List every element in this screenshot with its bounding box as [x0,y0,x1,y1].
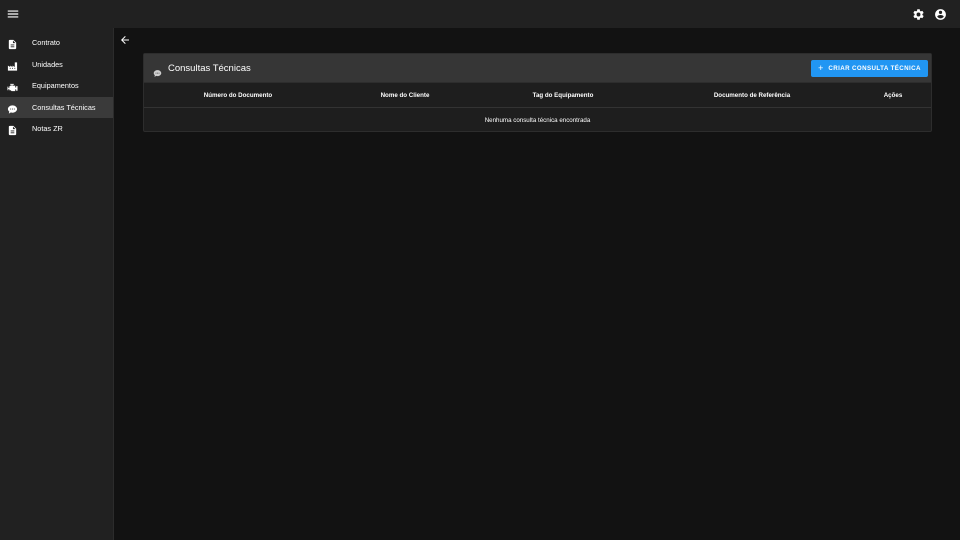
consultas-card: Consultas Técnicas + CRIAR CONSULTA TÉCN… [143,53,932,132]
table-empty-row: Nenhuma consulta técnica encontrada [144,109,931,132]
create-consulta-button[interactable]: + CRIAR CONSULTA TÉCNICA [811,60,928,77]
gear-icon[interactable] [912,8,925,21]
column-header-tag-equipamento[interactable]: Tag do Equipamento [533,92,594,99]
column-header-nome-cliente[interactable]: Nome do Cliente [381,92,430,99]
sidebar-item-label: Equipamentos [32,81,79,91]
empty-message: Nenhuma consulta técnica encontrada [484,117,591,124]
sidebar-item-label: Contrato [32,38,60,48]
account-circle-icon[interactable] [934,8,947,21]
column-header-numero-documento[interactable]: Número do Documento [204,92,272,99]
document-icon [7,37,18,50]
factory-icon [7,59,18,71]
chat-bubble-icon [7,102,18,114]
sidebar-item-consultas-tecnicas[interactable]: Consultas Técnicas [0,96,113,118]
sidebar-item-label: Consultas Técnicas [32,102,96,112]
engine-icon [7,80,18,92]
card-header: Consultas Técnicas + CRIAR CONSULTA TÉCN… [144,54,931,83]
sidebar-item-label: Notas ZR [32,124,63,134]
arrow-left-icon[interactable] [119,33,131,45]
sidebar: Contrato Unidades Equipamentos Consultas… [0,28,114,540]
top-app-bar [0,0,960,28]
sidebar-item-contrato[interactable]: Contrato [0,32,113,54]
table-header: Número do Documento Nome do Cliente Tag … [144,84,931,108]
sidebar-item-unidades[interactable]: Unidades [0,54,113,76]
column-header-acoes: Ações [883,92,903,99]
sidebar-item-notas-zr[interactable]: Notas ZR [0,118,113,140]
column-header-documento-referencia[interactable]: Documento de Referência [714,92,790,99]
document-icon [7,123,18,136]
chat-bubble-icon [153,65,162,77]
sidebar-item-equipamentos[interactable]: Equipamentos [0,75,113,97]
plus-icon: + [818,63,824,73]
sidebar-item-label: Unidades [32,59,63,69]
menu-icon[interactable] [6,7,20,21]
create-consulta-label: CRIAR CONSULTA TÉCNICA [828,65,921,72]
page-title: Consultas Técnicas [168,63,251,74]
